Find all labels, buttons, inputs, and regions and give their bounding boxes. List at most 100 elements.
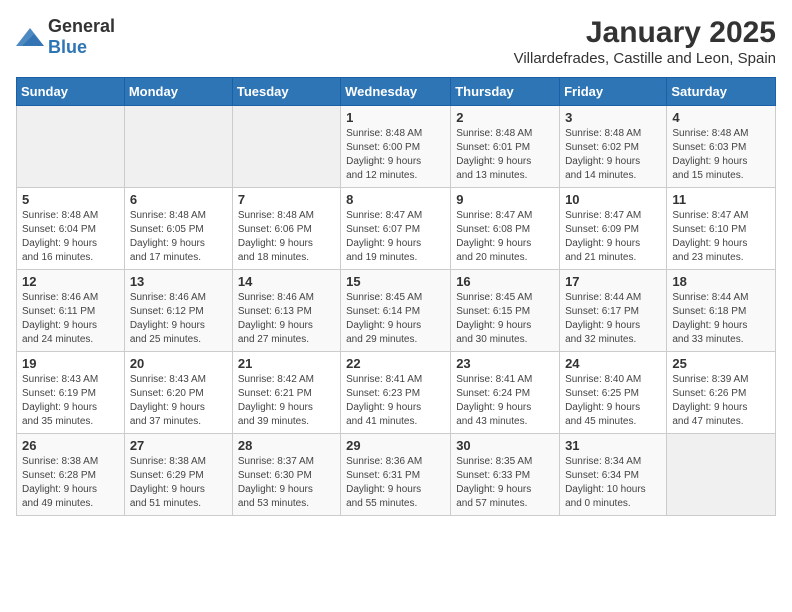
- day-cell: 4Sunrise: 8:48 AM Sunset: 6:03 PM Daylig…: [667, 106, 776, 188]
- day-cell: 11Sunrise: 8:47 AM Sunset: 6:10 PM Dayli…: [667, 188, 776, 270]
- day-info: Sunrise: 8:41 AM Sunset: 6:24 PM Dayligh…: [456, 373, 554, 429]
- day-cell: [232, 106, 340, 188]
- header-tuesday: Tuesday: [232, 78, 340, 106]
- day-number: 17: [565, 274, 661, 289]
- day-number: 13: [130, 274, 227, 289]
- day-cell: 25 Sunrise: 8:39 AM Sunset: 6:26 PM Dayli…: [667, 352, 776, 434]
- day-number: 1: [346, 110, 445, 125]
- day-cell: [124, 106, 232, 188]
- day-cell: 14 Sunrise: 8:46 AM Sunset: 6:13 PM Dayli…: [232, 270, 340, 352]
- day-cell: 10 Sunrise: 8:47 AM Sunset: 6:09 PM Dayli…: [560, 188, 667, 270]
- day-number: 7: [238, 192, 335, 207]
- day-number: 30: [456, 438, 554, 453]
- day-number: 12: [22, 274, 119, 289]
- day-info: Sunrise: 8:37 AM Sunset: 6:30 PM Dayligh…: [238, 455, 335, 511]
- day-info: Sunrise: 8:47 AM Sunset: 6:08 PM Dayligh…: [456, 209, 554, 265]
- day-number: 31: [565, 438, 661, 453]
- header-monday: Monday: [124, 78, 232, 106]
- day-cell: 6 Sunrise: 8:48 AM Sunset: 6:05 PM Daylig…: [124, 188, 232, 270]
- logo-blue: Blue: [48, 37, 87, 57]
- day-info: Sunrise: 8:46 AM Sunset: 6:11 PM Dayligh…: [22, 291, 119, 347]
- logo-text: General Blue: [48, 16, 115, 58]
- day-cell: 17Sunrise: 8:44 AM Sunset: 6:17 PM Dayli…: [560, 270, 667, 352]
- day-info: Sunrise: 8:34 AM Sunset: 6:34 PM Dayligh…: [565, 455, 661, 511]
- day-cell: 22 Sunrise: 8:41 AM Sunset: 6:23 PM Dayli…: [341, 352, 451, 434]
- day-cell: 3Sunrise: 8:48 AM Sunset: 6:02 PM Daylig…: [560, 106, 667, 188]
- week-row-3: 19Sunrise: 8:43 AM Sunset: 6:19 PM Dayli…: [17, 352, 776, 434]
- calendar-header: SundayMondayTuesdayWednesdayThursdayFrid…: [17, 78, 776, 106]
- day-info: Sunrise: 8:48 AM Sunset: 6:01 PM Dayligh…: [456, 127, 554, 183]
- day-info: Sunrise: 8:40 AM Sunset: 6:25 PM Dayligh…: [565, 373, 661, 429]
- week-row-1: 5Sunrise: 8:48 AM Sunset: 6:04 PM Daylig…: [17, 188, 776, 270]
- day-number: 2: [456, 110, 554, 125]
- day-cell: 30 Sunrise: 8:35 AM Sunset: 6:33 PM Dayli…: [451, 434, 560, 516]
- day-info: Sunrise: 8:48 AM Sunset: 6:00 PM Dayligh…: [346, 127, 445, 183]
- day-cell: [17, 106, 125, 188]
- page-header: General Blue January 2025 Villardefrades…: [16, 16, 776, 67]
- day-cell: 8 Sunrise: 8:47 AM Sunset: 6:07 PM Daylig…: [341, 188, 451, 270]
- day-info: Sunrise: 8:47 AM Sunset: 6:09 PM Dayligh…: [565, 209, 661, 265]
- day-info: Sunrise: 8:39 AM Sunset: 6:26 PM Dayligh…: [672, 373, 770, 429]
- day-cell: 24 Sunrise: 8:40 AM Sunset: 6:25 PM Dayli…: [560, 352, 667, 434]
- day-info: Sunrise: 8:35 AM Sunset: 6:33 PM Dayligh…: [456, 455, 554, 511]
- day-info: Sunrise: 8:42 AM Sunset: 6:21 PM Dayligh…: [238, 373, 335, 429]
- day-number: 8: [346, 192, 445, 207]
- day-number: 6: [130, 192, 227, 207]
- day-info: Sunrise: 8:45 AM Sunset: 6:15 PM Dayligh…: [456, 291, 554, 347]
- day-info: Sunrise: 8:38 AM Sunset: 6:29 PM Dayligh…: [130, 455, 227, 511]
- header-wednesday: Wednesday: [341, 78, 451, 106]
- day-info: Sunrise: 8:36 AM Sunset: 6:31 PM Dayligh…: [346, 455, 445, 511]
- header-row: SundayMondayTuesdayWednesdayThursdayFrid…: [17, 78, 776, 106]
- day-info: Sunrise: 8:46 AM Sunset: 6:12 PM Dayligh…: [130, 291, 227, 347]
- day-number: 23: [456, 356, 554, 371]
- day-info: Sunrise: 8:47 AM Sunset: 6:07 PM Dayligh…: [346, 209, 445, 265]
- day-number: 24: [565, 356, 661, 371]
- day-cell: 21 Sunrise: 8:42 AM Sunset: 6:21 PM Dayli…: [232, 352, 340, 434]
- day-info: Sunrise: 8:48 AM Sunset: 6:05 PM Dayligh…: [130, 209, 227, 265]
- day-info: Sunrise: 8:45 AM Sunset: 6:14 PM Dayligh…: [346, 291, 445, 347]
- day-number: 22: [346, 356, 445, 371]
- day-cell: 31 Sunrise: 8:34 AM Sunset: 6:34 PM Dayli…: [560, 434, 667, 516]
- header-saturday: Saturday: [667, 78, 776, 106]
- day-cell: 13 Sunrise: 8:46 AM Sunset: 6:12 PM Dayli…: [124, 270, 232, 352]
- day-info: Sunrise: 8:44 AM Sunset: 6:18 PM Dayligh…: [672, 291, 770, 347]
- week-row-0: 1 Sunrise: 8:48 AM Sunset: 6:00 PM Daylig…: [17, 106, 776, 188]
- calendar-body: 1 Sunrise: 8:48 AM Sunset: 6:00 PM Daylig…: [17, 106, 776, 516]
- week-row-4: 26Sunrise: 8:38 AM Sunset: 6:28 PM Dayli…: [17, 434, 776, 516]
- day-number: 19: [22, 356, 119, 371]
- day-cell: 29Sunrise: 8:36 AM Sunset: 6:31 PM Dayli…: [341, 434, 451, 516]
- day-number: 14: [238, 274, 335, 289]
- day-number: 11: [672, 192, 770, 207]
- week-row-2: 12 Sunrise: 8:46 AM Sunset: 6:11 PM Dayli…: [17, 270, 776, 352]
- day-number: 15: [346, 274, 445, 289]
- header-thursday: Thursday: [451, 78, 560, 106]
- day-cell: 5Sunrise: 8:48 AM Sunset: 6:04 PM Daylig…: [17, 188, 125, 270]
- header-sunday: Sunday: [17, 78, 125, 106]
- day-cell: 9Sunrise: 8:47 AM Sunset: 6:08 PM Daylig…: [451, 188, 560, 270]
- day-number: 26: [22, 438, 119, 453]
- day-cell: 18 Sunrise: 8:44 AM Sunset: 6:18 PM Dayli…: [667, 270, 776, 352]
- day-info: Sunrise: 8:41 AM Sunset: 6:23 PM Dayligh…: [346, 373, 445, 429]
- day-number: 25: [672, 356, 770, 371]
- day-info: Sunrise: 8:48 AM Sunset: 6:06 PM Dayligh…: [238, 209, 335, 265]
- day-info: Sunrise: 8:48 AM Sunset: 6:02 PM Dayligh…: [565, 127, 661, 183]
- day-cell: 28 Sunrise: 8:37 AM Sunset: 6:30 PM Dayli…: [232, 434, 340, 516]
- day-number: 20: [130, 356, 227, 371]
- day-cell: 2 Sunrise: 8:48 AM Sunset: 6:01 PM Daylig…: [451, 106, 560, 188]
- logo: General Blue: [16, 16, 115, 58]
- title-block: January 2025 Villardefrades, Castille an…: [514, 16, 776, 67]
- page-subtitle: Villardefrades, Castille and Leon, Spain: [514, 50, 776, 67]
- header-friday: Friday: [560, 78, 667, 106]
- day-info: Sunrise: 8:43 AM Sunset: 6:20 PM Dayligh…: [130, 373, 227, 429]
- day-number: 18: [672, 274, 770, 289]
- day-cell: 16Sunrise: 8:45 AM Sunset: 6:15 PM Dayli…: [451, 270, 560, 352]
- day-cell: 12 Sunrise: 8:46 AM Sunset: 6:11 PM Dayli…: [17, 270, 125, 352]
- day-number: 21: [238, 356, 335, 371]
- day-cell: 27 Sunrise: 8:38 AM Sunset: 6:29 PM Dayli…: [124, 434, 232, 516]
- day-number: 5: [22, 192, 119, 207]
- day-number: 28: [238, 438, 335, 453]
- day-number: 27: [130, 438, 227, 453]
- day-info: Sunrise: 8:46 AM Sunset: 6:13 PM Dayligh…: [238, 291, 335, 347]
- day-number: 10: [565, 192, 661, 207]
- logo-general: General: [48, 16, 115, 36]
